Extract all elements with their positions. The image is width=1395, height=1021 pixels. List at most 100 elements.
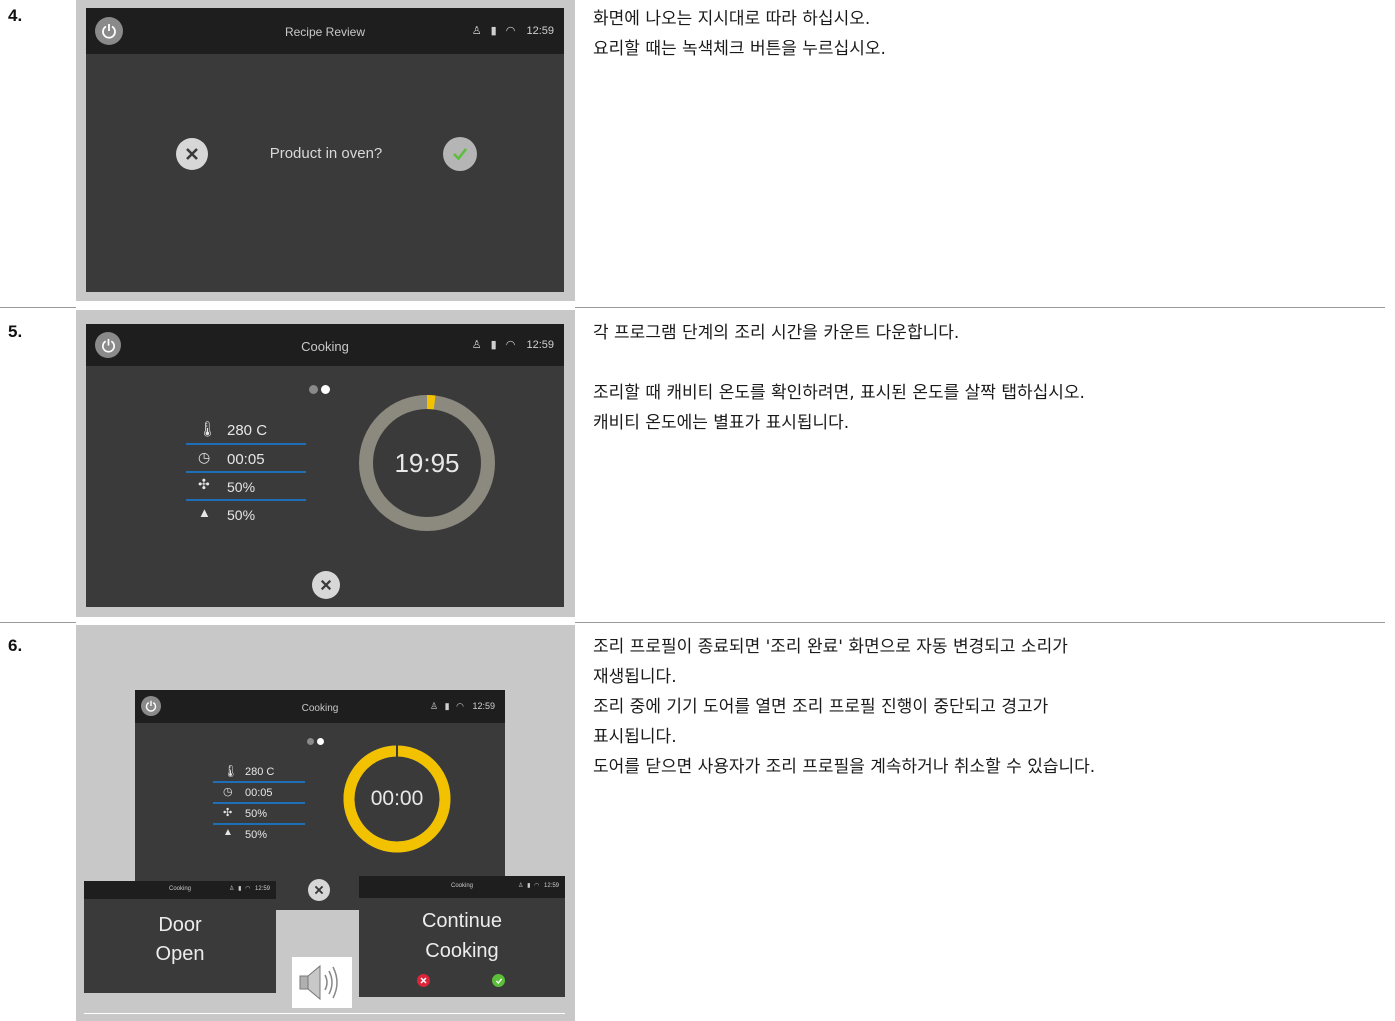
divider (575, 307, 1385, 308)
user-icon: ♙ (471, 25, 482, 37)
wifi-icon: ◠ (505, 339, 516, 351)
status-icons: ♙ ▮ ◠ 12:59 (229, 885, 270, 892)
check-icon (453, 148, 468, 161)
fan-value[interactable]: 50% (245, 808, 267, 820)
user-icon: ♙ (229, 886, 235, 892)
panel-underline (84, 1013, 565, 1014)
speaker-icon (299, 964, 338, 1001)
status-icons: ♙ ▮ ◠ 12:59 (518, 882, 559, 889)
temperature-value[interactable]: 280 C (245, 766, 274, 778)
description-line: 요리할 때는 녹색체크 버튼을 누르십시오. (593, 39, 886, 59)
continue-cooking-button[interactable] (492, 974, 505, 987)
step-4-description: 화면에 나오는 지시대로 따라 하십시오. 요리할 때는 녹색체크 버튼을 누르… (593, 4, 886, 64)
step-6-description: 조리 프로필이 종료되면 '조리 완료' 화면으로 자동 변경되고 소리가 재생… (593, 632, 1095, 782)
cancel-button[interactable] (176, 138, 208, 170)
status-bar: Cooking ♙ ▮ ◠ 12:59 (359, 876, 565, 898)
page-dot-active (321, 385, 331, 394)
description-line: 캐비티 온도에는 별표가 표시됩니다. (593, 413, 850, 433)
close-icon (314, 885, 324, 895)
continue-cooking-line: Continue (421, 910, 503, 932)
page-dot (309, 385, 318, 394)
continue-cooking-message: Continue Cooking (359, 906, 565, 966)
step-number-6: 6. (8, 636, 23, 655)
continue-cooking-line: Cooking (425, 940, 499, 962)
clock-time: 12:59 (526, 25, 554, 37)
step-5-description: 각 프로그램 단계의 조리 시간을 카운트 다운합니다. 조리할 때 캐비티 온… (593, 318, 1085, 438)
step-number-5: 5. (8, 322, 23, 341)
continue-cooking-screen: Cooking ♙ ▮ ◠ 12:59 Continue Cooking (359, 876, 565, 997)
user-icon: ♙ (518, 883, 524, 889)
countdown-timer: 19:95 (394, 448, 460, 478)
door-open-screen: Cooking ♙ ▮ ◠ 12:59 Door Open (84, 881, 276, 993)
description-line: 조리 프로필이 종료되면 '조리 완료' 화면으로 자동 변경되고 소리가 (593, 637, 1068, 657)
fan-value[interactable]: 50% (227, 479, 255, 495)
confirm-button[interactable] (443, 137, 477, 171)
param-underline (213, 823, 305, 825)
cancel-cooking-button[interactable] (417, 974, 430, 987)
status-icons: ♙ ▮ ◠ 12:59 (430, 701, 495, 712)
divider (575, 622, 1385, 623)
fan-icon: ✣ (223, 807, 233, 819)
clock-time: 12:59 (526, 339, 554, 351)
clock-time: 12:59 (472, 701, 495, 711)
time-value[interactable]: 00:05 (245, 787, 273, 799)
humidity-value[interactable]: 50% (245, 829, 267, 841)
param-underline (186, 499, 306, 501)
description-line: 표시됩니다. (593, 727, 677, 747)
thermometer-icon: 🌡︎ (198, 421, 218, 438)
lock-icon: ▮ (444, 701, 450, 711)
description-line: 도어를 닫으면 사용자가 조리 프로필을 계속하거나 취소할 수 있습니다. (593, 757, 1096, 777)
product-in-oven-prompt: Product in oven? (269, 145, 383, 162)
clock-time: 12:59 (543, 883, 559, 889)
page-dot (307, 738, 314, 745)
divider (0, 307, 76, 308)
fan-icon: ✣ (198, 476, 210, 492)
status-icons: ♙ ▮ ◠ 12:59 (472, 24, 554, 37)
sound-indicator (292, 957, 352, 1008)
status-bar: Cooking ♙ ▮ ◠ 12:59 (86, 324, 564, 366)
thermometer-icon: 🌡︎ (223, 764, 239, 778)
wifi-icon: ◠ (534, 883, 540, 889)
clock-icon: ◷ (198, 449, 211, 465)
user-icon: ♙ (471, 339, 482, 351)
door-open-message: Door Open (84, 911, 276, 969)
close-icon (186, 148, 198, 160)
humidity-icon: ▲ (223, 827, 233, 838)
clock-time: 12:59 (254, 886, 270, 892)
screenshot-panel-step-6: Cooking ♙ ▮ ◠ 12:59 🌡︎ 280 C ◷ 00:05 ✣ 5… (76, 625, 575, 1021)
countdown-timer: 00:00 (370, 787, 424, 810)
cancel-button[interactable] (308, 879, 330, 901)
param-underline (186, 443, 306, 445)
time-value[interactable]: 00:05 (227, 451, 265, 468)
lock-icon: ▮ (490, 25, 497, 37)
param-underline (186, 471, 306, 473)
step-number-4: 4. (8, 6, 23, 25)
door-open-line: Door (158, 914, 202, 936)
check-icon (495, 977, 502, 984)
temperature-value[interactable]: 280 C (227, 422, 267, 439)
lock-icon: ▮ (238, 886, 242, 892)
param-underline (213, 802, 305, 804)
oven-screen-cooking: Cooking ♙ ▮ ◠ 12:59 🌡︎ 280 C ◷ 00:05 ✣ 5… (86, 324, 564, 607)
wifi-icon: ◠ (245, 886, 251, 892)
param-underline (213, 781, 305, 783)
description-line: 화면에 나오는 지시대로 따라 하십시오. (593, 9, 871, 29)
screenshot-panel-step-4: Recipe Review ♙ ▮ ◠ 12:59 Product in ove… (76, 0, 575, 301)
oven-screen-recipe-review: Recipe Review ♙ ▮ ◠ 12:59 Product in ove… (86, 8, 564, 292)
status-bar: Recipe Review ♙ ▮ ◠ 12:59 (86, 8, 564, 54)
cancel-button[interactable] (312, 571, 340, 599)
close-icon (420, 977, 427, 984)
screenshot-panel-step-5: Cooking ♙ ▮ ◠ 12:59 🌡︎ 280 C ◷ 00:05 ✣ 5… (76, 310, 575, 617)
humidity-value[interactable]: 50% (227, 507, 255, 523)
user-icon: ♙ (430, 701, 439, 711)
humidity-icon: ▲ (198, 505, 211, 520)
page-dot-active (317, 738, 325, 745)
description-line: 조리할 때 캐비티 온도를 확인하려면, 표시된 온도를 살짝 탭하십시오. (593, 383, 1085, 403)
page-indicator (309, 379, 331, 398)
close-icon (320, 579, 332, 591)
description-line: 조리 중에 기기 도어를 열면 조리 프로필 진행이 중단되고 경고가 (593, 697, 1049, 717)
lock-icon: ▮ (490, 339, 497, 351)
lock-icon: ▮ (527, 883, 531, 889)
page-indicator (307, 730, 325, 749)
